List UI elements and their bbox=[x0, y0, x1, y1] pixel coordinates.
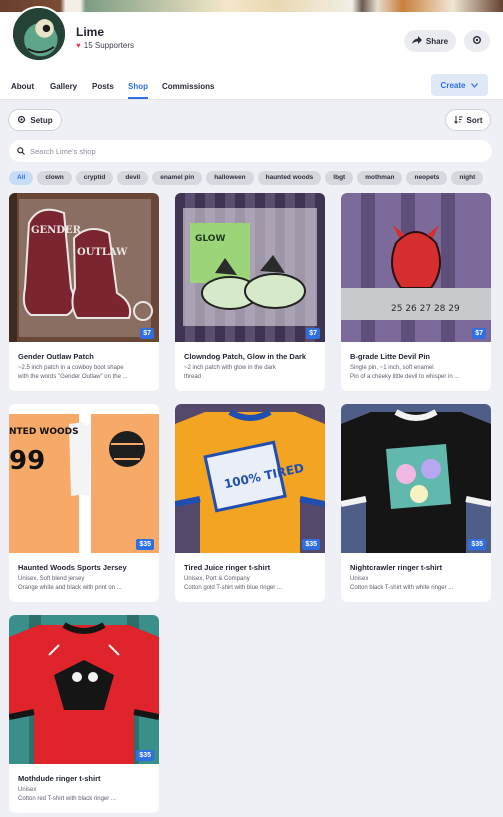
price-badge: $35 bbox=[136, 750, 154, 761]
description-line: thread bbox=[184, 374, 202, 380]
product-card[interactable]: 100% TIRED $35 Tired Juice ringer t-shir… bbox=[175, 404, 325, 602]
product-title[interactable]: Clowndog Patch, Glow in the Dark bbox=[184, 352, 318, 361]
ruler-numbers: 25 26 27 28 29 bbox=[391, 304, 460, 314]
price-badge: $35 bbox=[302, 539, 320, 550]
jersey-text-99: 99 bbox=[9, 446, 45, 476]
chevron-down-icon bbox=[471, 81, 479, 90]
product-card[interactable]: $35 Mothdude ringer t-shirt Unisex Cotto… bbox=[9, 615, 159, 813]
share-label: Share bbox=[425, 36, 449, 46]
create-label: Create bbox=[440, 80, 466, 90]
description-line: Unisex, Soft blend jersey bbox=[18, 576, 85, 582]
description-line: Unisex, Port & Company bbox=[184, 576, 250, 582]
profile-tabs: About Gallery Posts Shop Commissions Cre… bbox=[0, 70, 503, 100]
patch-text-glow: GLOW bbox=[195, 234, 225, 244]
chip-neopets[interactable]: neopets bbox=[406, 171, 448, 185]
tab-gallery[interactable]: Gallery bbox=[50, 82, 77, 91]
avatar[interactable] bbox=[11, 6, 67, 62]
creator-header: Lime ♥ 15 Supporters Share bbox=[0, 6, 503, 70]
patch-text-gender: GENDER bbox=[31, 225, 82, 236]
description-line: ~2.5 inch patch in a cowboy boot shape bbox=[18, 365, 124, 371]
sort-icon bbox=[453, 115, 463, 126]
tab-posts[interactable]: Posts bbox=[92, 82, 114, 91]
description-line: Unisex bbox=[18, 787, 37, 793]
supporter-count: ♥ 15 Supporters bbox=[76, 41, 134, 50]
product-card[interactable]: GLOW $7 Clowndog Patch, Glow in the Dark… bbox=[175, 193, 325, 391]
chip-clown[interactable]: clown bbox=[37, 171, 72, 185]
chip-all[interactable]: All bbox=[9, 171, 34, 185]
product-title[interactable]: Haunted Woods Sports Jersey bbox=[18, 563, 152, 572]
active-tab-indicator bbox=[128, 97, 148, 99]
tab-shop[interactable]: Shop bbox=[128, 82, 148, 91]
product-card[interactable]: $35 Nightcrawler ringer t-shirt Unisex C… bbox=[341, 404, 491, 602]
shop-search[interactable] bbox=[9, 140, 492, 162]
description-line: Cotton red T-shirt with black ringer ... bbox=[18, 796, 116, 802]
chip-cryptid[interactable]: cryptid bbox=[75, 171, 114, 185]
price-badge: $7 bbox=[306, 328, 320, 339]
create-button[interactable]: Create bbox=[431, 74, 488, 96]
product-description: Unisex, Port & Company Cotton gold T-shi… bbox=[184, 575, 318, 593]
chip-lbgt[interactable]: lbgt bbox=[325, 171, 354, 185]
product-title[interactable]: Nightcrawler ringer t-shirt bbox=[350, 563, 484, 572]
product-image: GENDER OUTLAW bbox=[9, 193, 159, 342]
jersey-text-woods: NTED WOODS bbox=[9, 427, 79, 437]
product-description: Unisex Cotton red T-shirt with black rin… bbox=[18, 786, 152, 804]
gear-icon bbox=[472, 32, 482, 50]
creator-name: Lime bbox=[76, 25, 105, 39]
sort-label: Sort bbox=[466, 115, 483, 125]
product-card[interactable]: 25 26 27 28 29 $7 B-grade Litte Devil Pi… bbox=[341, 193, 491, 391]
share-icon bbox=[411, 36, 422, 46]
cover-banner bbox=[0, 0, 503, 12]
product-card[interactable]: NTED WOODS 99 $35 Haunted Woods Sports J… bbox=[9, 404, 159, 602]
product-title[interactable]: Tired Juice ringer t-shirt bbox=[184, 563, 318, 572]
product-title[interactable]: Gender Outlaw Patch bbox=[18, 352, 152, 361]
product-image: NTED WOODS 99 bbox=[9, 404, 159, 553]
product-image bbox=[341, 404, 491, 553]
product-image: GLOW bbox=[175, 193, 325, 342]
settings-button[interactable] bbox=[464, 30, 490, 52]
description-line: Unisex bbox=[350, 576, 369, 582]
tab-commissions[interactable]: Commissions bbox=[162, 82, 214, 91]
chip-haunted-woods[interactable]: haunted woods bbox=[257, 171, 322, 185]
supporter-count-text: 15 Supporters bbox=[83, 41, 135, 50]
description-line: Pin of a cheeky little devil to whisper … bbox=[350, 374, 460, 380]
setup-label: Setup bbox=[30, 115, 53, 125]
product-description: Unisex Cotton black T-shirt with white r… bbox=[350, 575, 484, 593]
gear-icon bbox=[17, 115, 26, 126]
chip-devil[interactable]: devil bbox=[117, 171, 149, 185]
product-description: Single pin, ~1 inch, soft enamel Pin of … bbox=[350, 364, 484, 382]
description-line: with the words "Gender Outlaw" on the ..… bbox=[18, 374, 128, 380]
description-line: Cotton black T-shirt with white ringer .… bbox=[350, 585, 454, 591]
description-line: ~2 inch patch with glow in the dark bbox=[184, 365, 276, 371]
product-card[interactable]: GENDER OUTLAW $7 Gender Outlaw Patch ~2.… bbox=[9, 193, 159, 391]
product-description: ~2 inch patch with glow in the dark thre… bbox=[184, 364, 318, 382]
price-badge: $7 bbox=[472, 328, 486, 339]
chip-halloween[interactable]: halloween bbox=[206, 171, 254, 185]
tag-filter-chips: All clown cryptid devil enamel pin halloween h… bbox=[9, 171, 503, 185]
share-button[interactable]: Share bbox=[404, 30, 456, 52]
heart-icon: ♥ bbox=[76, 40, 81, 50]
product-title[interactable]: Mothdude ringer t-shirt bbox=[18, 774, 152, 783]
chip-night[interactable]: night bbox=[451, 171, 484, 185]
price-badge: $35 bbox=[468, 539, 486, 550]
setup-button[interactable]: Setup bbox=[8, 109, 62, 131]
description-line: Cotton gold T-shirt with blue ringer ... bbox=[184, 585, 282, 591]
price-badge: $7 bbox=[140, 328, 154, 339]
product-title[interactable]: B-grade Litte Devil Pin bbox=[350, 352, 484, 361]
description-line: Single pin, ~1 inch, soft enamel bbox=[350, 365, 434, 371]
chip-mothman[interactable]: mothman bbox=[357, 171, 403, 185]
product-description: ~2.5 inch patch in a cowboy boot shape w… bbox=[18, 364, 152, 382]
tab-about[interactable]: About bbox=[11, 82, 34, 91]
chip-enamel-pin[interactable]: enamel pin bbox=[152, 171, 203, 185]
price-badge: $35 bbox=[136, 539, 154, 550]
search-input[interactable] bbox=[30, 146, 330, 156]
product-image: 25 26 27 28 29 bbox=[341, 193, 491, 342]
sort-button[interactable]: Sort bbox=[445, 109, 491, 131]
product-image bbox=[9, 615, 159, 764]
product-description: Unisex, Soft blend jersey Orange white a… bbox=[18, 575, 152, 593]
description-line: Orange white and black with print on ... bbox=[18, 585, 122, 591]
patch-text-outlaw: OUTLAW bbox=[77, 247, 128, 258]
product-image: 100% TIRED bbox=[175, 404, 325, 553]
search-icon bbox=[17, 142, 25, 160]
